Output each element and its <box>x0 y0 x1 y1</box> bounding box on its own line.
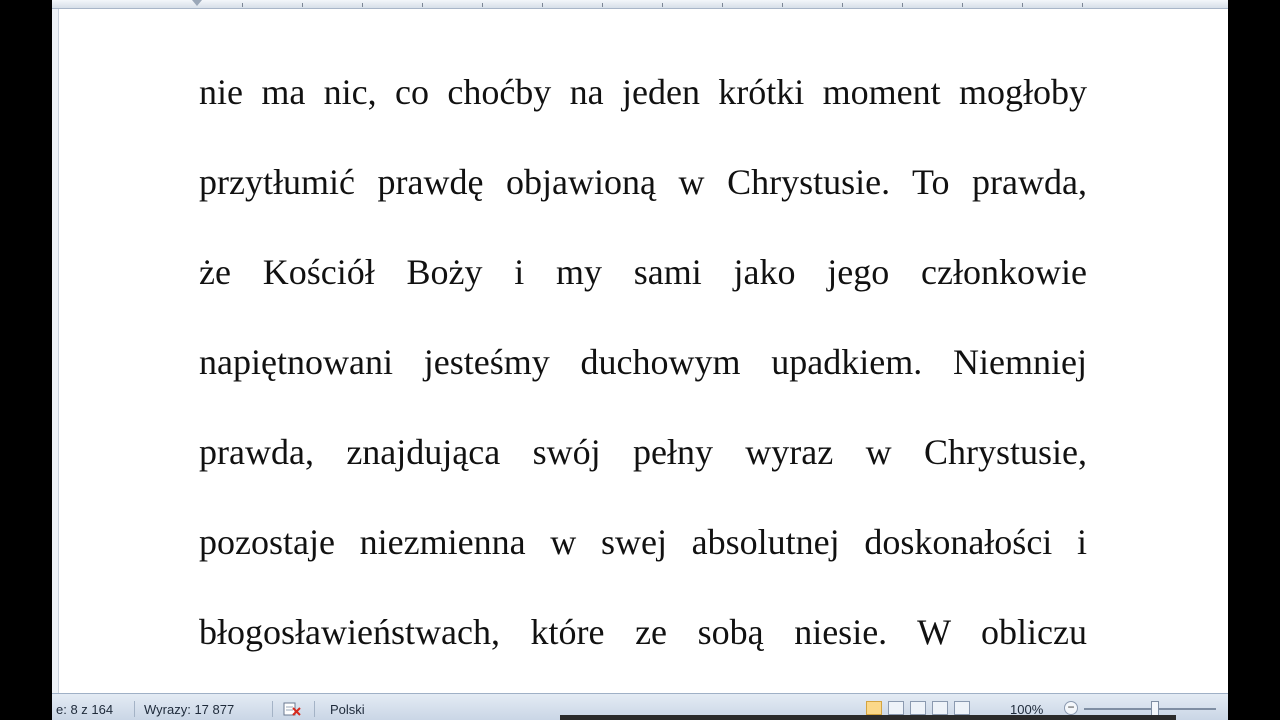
ruler-tick <box>482 3 483 7</box>
ruler-tick <box>542 3 543 7</box>
page-counter[interactable]: e: 8 z 164 <box>56 702 113 718</box>
full-screen-reading-icon[interactable] <box>888 701 904 715</box>
indent-marker-icon[interactable] <box>192 0 202 6</box>
word-window: nie ma nic, co choćby na jeden krótki mo… <box>52 0 1228 720</box>
document-line: błogosławieństwach, które ze sobą niesie… <box>199 612 1087 652</box>
document-line: przytłumić prawdę objawioną w Chrystusie… <box>199 162 1087 202</box>
document-line: napiętnowani jesteśmy duchowym upadkiem.… <box>199 342 1087 382</box>
zoom-out-icon[interactable]: − <box>1064 701 1078 715</box>
ruler-tick <box>782 3 783 7</box>
print-layout-icon[interactable] <box>866 701 882 715</box>
proofing-error-icon[interactable] <box>282 700 302 718</box>
ruler-tick <box>1082 3 1083 7</box>
ruler-tick <box>1022 3 1023 7</box>
ruler-tick <box>842 3 843 7</box>
status-divider <box>134 701 135 717</box>
screen-frame: nie ma nic, co choćby na jeden krótki mo… <box>0 0 1280 720</box>
ruler-tick <box>242 3 243 7</box>
horizontal-ruler[interactable] <box>52 0 1228 9</box>
language-indicator[interactable]: Polski <box>330 702 365 718</box>
document-page[interactable]: nie ma nic, co choćby na jeden krótki mo… <box>58 9 1228 693</box>
outline-icon[interactable] <box>932 701 948 715</box>
word-count[interactable]: Wyrazy: 17 877 <box>144 702 234 718</box>
status-divider <box>314 701 315 717</box>
ruler-tick <box>902 3 903 7</box>
web-layout-icon[interactable] <box>910 701 926 715</box>
document-line: pozostaje niezmienna w swej absolutnej d… <box>199 522 1087 562</box>
ruler-tick <box>602 3 603 7</box>
ruler-tick <box>362 3 363 7</box>
ruler-tick <box>722 3 723 7</box>
document-line: że Kościół Boży i my sami jako jego czło… <box>199 252 1087 292</box>
ruler-tick <box>662 3 663 7</box>
ruler-tick <box>422 3 423 7</box>
horizontal-scrollbar[interactable] <box>560 715 1176 720</box>
ruler-tick <box>302 3 303 7</box>
document-line: prawda, znajdująca swój pełny wyraz w Ch… <box>199 432 1087 472</box>
draft-icon[interactable] <box>954 701 970 715</box>
document-line: nie ma nic, co choćby na jeden krótki mo… <box>199 72 1087 112</box>
zoom-slider-track[interactable] <box>1084 708 1216 710</box>
document-body[interactable]: nie ma nic, co choćby na jeden krótki mo… <box>199 47 1087 677</box>
status-divider <box>272 701 273 717</box>
ruler-tick <box>962 3 963 7</box>
